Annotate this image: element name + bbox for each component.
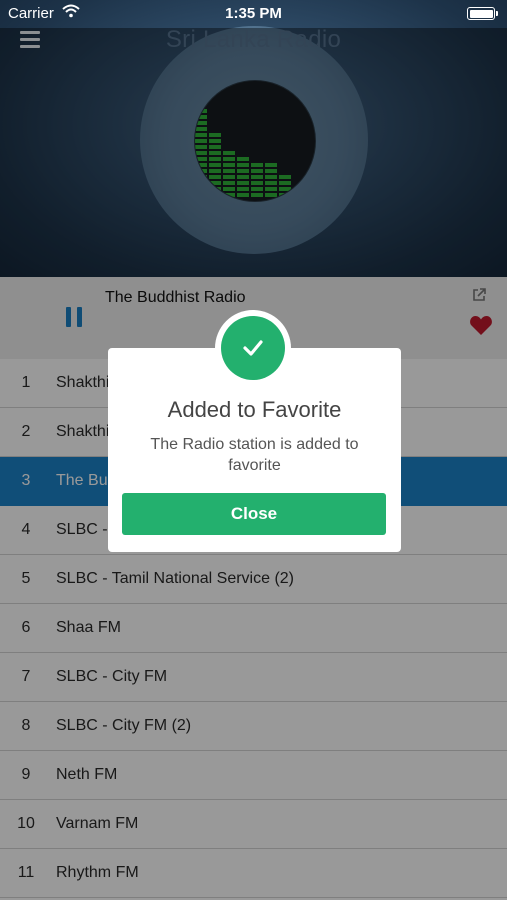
clock: 1:35 PM — [225, 5, 282, 22]
dialog-message: The Radio station is added to favorite — [150, 436, 359, 474]
close-button[interactable]: Close — [122, 493, 386, 535]
battery-icon — [467, 7, 498, 20]
dialog-title: Added to Favorite — [167, 397, 342, 422]
status-bar: Carrier 1:35 PM — [0, 0, 507, 28]
checkmark-icon — [243, 340, 263, 356]
